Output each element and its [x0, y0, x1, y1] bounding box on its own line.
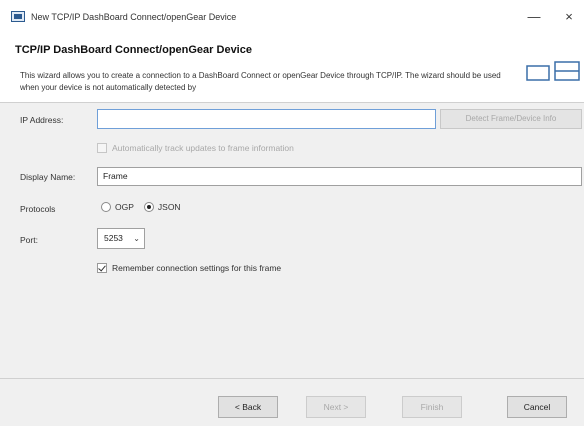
display-name-label: Display Name: [20, 172, 76, 182]
wizard-description: This wizard allows you to create a conne… [20, 71, 501, 92]
auto-track-label: Automatically track updates to frame inf… [112, 143, 294, 153]
json-radio-label: JSON [157, 202, 181, 212]
close-button[interactable]: × [555, 7, 583, 27]
app-window-icon [11, 11, 25, 22]
json-radio[interactable] [143, 202, 154, 212]
auto-track-checkbox[interactable] [97, 143, 107, 153]
detect-frame-button[interactable]: Detect Frame/Device Info [440, 109, 582, 129]
remember-settings-label: Remember connection settings for this fr… [112, 263, 282, 273]
ogp-radio-label: OGP [115, 202, 134, 212]
device-icon [526, 61, 580, 81]
wizard-content: IP Address: Detect Frame/Device Info Aut… [0, 103, 584, 378]
ogp-radio[interactable] [101, 202, 111, 212]
window-title: New TCP/IP DashBoard Connect/openGear De… [31, 12, 237, 22]
port-select[interactable]: 5253 ⌄ [97, 228, 145, 249]
port-value: 5253 [104, 233, 123, 243]
minimize-button[interactable]: — [520, 7, 548, 27]
port-label: Port: [20, 235, 38, 245]
next-button[interactable]: Next > [306, 396, 366, 418]
ip-address-input[interactable] [97, 109, 436, 129]
ip-address-label: IP Address: [20, 115, 64, 125]
back-button[interactable]: < Back [218, 396, 278, 418]
remember-settings-option: Remember connection settings for this fr… [97, 263, 281, 273]
wizard-header: TCP/IP DashBoard Connect/openGear Device… [0, 34, 584, 102]
cancel-button[interactable]: Cancel [507, 396, 567, 418]
protocols-radio-group: OGP JSON [101, 202, 187, 212]
chevron-down-icon: ⌄ [133, 234, 140, 243]
remember-settings-checkbox[interactable] [97, 263, 107, 273]
title-bar: New TCP/IP DashBoard Connect/openGear De… [0, 0, 584, 34]
auto-track-option: Automatically track updates to frame inf… [97, 143, 294, 153]
page-title: TCP/IP DashBoard Connect/openGear Device [15, 44, 252, 56]
finish-button[interactable]: Finish [402, 396, 462, 418]
display-name-input[interactable]: Frame [97, 167, 582, 186]
protocols-label: Protocols [20, 204, 56, 214]
wizard-footer: < Back Next > Finish Cancel [0, 379, 584, 426]
